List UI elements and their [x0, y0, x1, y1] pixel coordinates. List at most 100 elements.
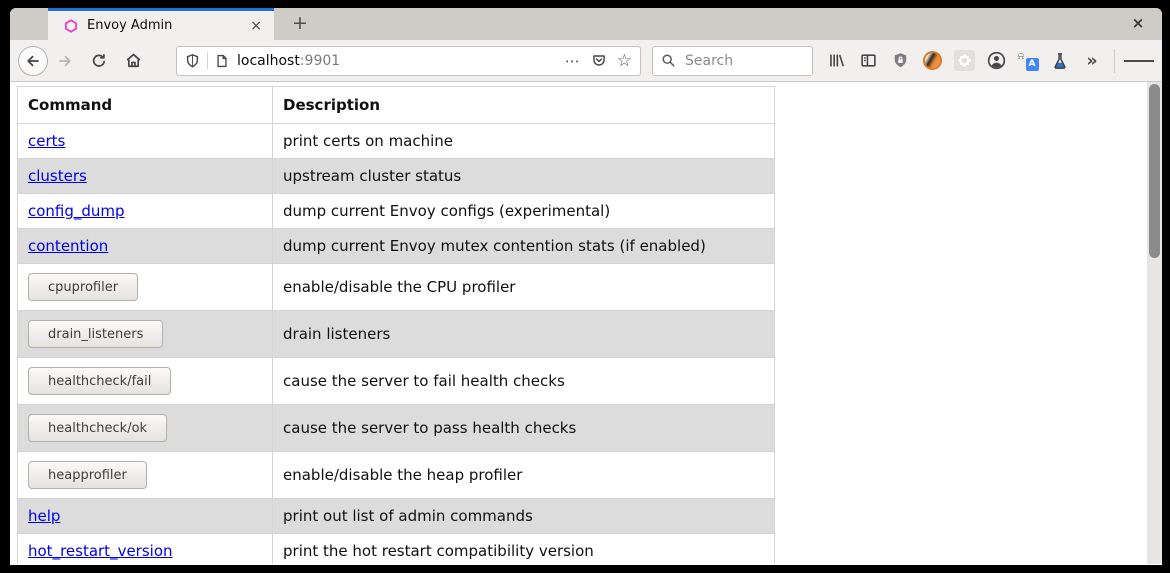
- command-table: Command Description certs print certs on …: [17, 86, 775, 564]
- urlbar-divider: [207, 52, 208, 69]
- description-cell: print out list of admin commands: [273, 499, 775, 534]
- command-cell: contention: [18, 229, 273, 264]
- flower-extension-button[interactable]: [949, 46, 979, 76]
- extension-flower-icon: [954, 50, 975, 71]
- command-link[interactable]: help: [28, 507, 60, 525]
- search-bar[interactable]: [652, 46, 813, 76]
- table-row: drain_listeners drain listeners: [18, 311, 775, 358]
- vertical-scrollbar[interactable]: [1147, 82, 1162, 564]
- tab-close-icon[interactable]: ×: [246, 18, 266, 34]
- page-actions-button[interactable]: ⋯: [565, 52, 581, 70]
- library-icon: [828, 52, 845, 69]
- forward-icon: [57, 53, 73, 69]
- table-row: certs print certs on machine: [18, 124, 775, 159]
- pocket-icon[interactable]: [591, 53, 607, 68]
- command-link[interactable]: config_dump: [28, 202, 125, 220]
- overflow-chevron-icon: »: [1087, 51, 1098, 71]
- navigation-toolbar: localhost:9901 ⋯ ☆: [10, 40, 1162, 82]
- url-host: localhost: [237, 53, 300, 69]
- command-button[interactable]: cpuprofiler: [28, 273, 138, 301]
- url-port: :9901: [300, 53, 340, 69]
- overflow-button[interactable]: »: [1077, 46, 1107, 76]
- tracking-shield-icon[interactable]: [185, 53, 200, 69]
- tab-bar: Envoy Admin × + ×: [10, 8, 1162, 40]
- description-cell: print the hot restart compatibility vers…: [273, 534, 775, 565]
- translate-letter: A: [1026, 58, 1039, 71]
- account-icon: [987, 51, 1006, 70]
- table-row: contentiondump current Envoy mutex conte…: [18, 229, 775, 264]
- url-bar[interactable]: localhost:9901 ⋯ ☆: [176, 46, 641, 76]
- menu-icon: [1124, 60, 1134, 62]
- toolbar-icon-strip: ⍾ A »: [819, 46, 1154, 76]
- envoy-favicon-icon: [64, 19, 78, 33]
- description-cell: upstream cluster status: [273, 159, 775, 194]
- command-cell: config_dump: [18, 194, 273, 229]
- command-link[interactable]: certs: [28, 132, 65, 150]
- description-cell: cause the server to pass health checks: [273, 405, 775, 452]
- shield-extension-button[interactable]: [885, 46, 915, 76]
- sidebar-icon: [860, 52, 877, 69]
- command-link[interactable]: clusters: [28, 167, 87, 185]
- table-row: healthcheck/failcause the server to fail…: [18, 358, 775, 405]
- browser-window: Envoy Admin × + ×: [10, 8, 1162, 565]
- column-header-description: Description: [273, 87, 775, 124]
- command-button[interactable]: healthcheck/ok: [28, 414, 167, 442]
- translate-icon: ⍾ A: [1018, 51, 1039, 71]
- command-button[interactable]: healthcheck/fail: [28, 367, 171, 395]
- library-button[interactable]: [821, 46, 851, 76]
- command-cell: healthcheck/ok: [18, 405, 273, 452]
- back-icon: [25, 53, 41, 69]
- account-button[interactable]: [981, 46, 1011, 76]
- home-icon: [125, 52, 142, 69]
- bookmark-star-button[interactable]: ☆: [617, 51, 632, 71]
- url-text[interactable]: localhost:9901: [237, 53, 565, 69]
- command-cell: healthcheck/fail: [18, 358, 273, 405]
- shield-lock-icon: [892, 52, 909, 69]
- command-cell: certs: [18, 124, 273, 159]
- description-cell: enable/disable the heap profiler: [273, 452, 775, 499]
- description-cell: print certs on machine: [273, 124, 775, 159]
- fox-extension-button[interactable]: [917, 46, 947, 76]
- translate-figure: ⍾: [1018, 51, 1025, 62]
- page-icon[interactable]: [215, 53, 229, 69]
- reload-button[interactable]: [84, 46, 114, 76]
- column-header-command: Command: [18, 87, 273, 124]
- home-button[interactable]: [118, 46, 148, 76]
- flask-icon: [1051, 52, 1069, 70]
- command-cell: cpuprofiler: [18, 264, 273, 311]
- sidebar-button[interactable]: [853, 46, 883, 76]
- command-link[interactable]: contention: [28, 237, 108, 255]
- table-row: hot_restart_version print the hot restart…: [18, 534, 775, 565]
- window-close-button[interactable]: ×: [1126, 12, 1150, 36]
- description-cell: drain listeners: [273, 311, 775, 358]
- tab-envoy-admin[interactable]: Envoy Admin ×: [48, 8, 274, 40]
- flask-extension-button[interactable]: [1045, 46, 1075, 76]
- toolbar-separator: [1114, 49, 1115, 73]
- new-tab-button[interactable]: +: [286, 10, 314, 38]
- command-cell: clusters: [18, 159, 273, 194]
- back-button[interactable]: [18, 46, 48, 76]
- translate-extension-button[interactable]: ⍾ A: [1013, 46, 1043, 76]
- command-cell: hot_restart_version: [18, 534, 273, 565]
- table-row: healthcheck/ok cause the server to pass h…: [18, 405, 775, 452]
- table-header-row: Command Description: [18, 87, 775, 124]
- search-icon: [661, 53, 676, 68]
- table-row: config_dump dump current Envoy configs (e…: [18, 194, 775, 229]
- forward-button[interactable]: [50, 46, 80, 76]
- reload-icon: [91, 53, 107, 69]
- command-table-body: certs print certs on machine clusters upstr…: [18, 124, 775, 565]
- description-cell: enable/disable the CPU profiler: [273, 264, 775, 311]
- search-input[interactable]: [683, 52, 797, 70]
- command-button[interactable]: heapprofiler: [28, 461, 147, 489]
- command-cell: heapprofiler: [18, 452, 273, 499]
- command-button[interactable]: drain_listeners: [28, 320, 163, 348]
- scrollbar-thumb[interactable]: [1149, 84, 1160, 258]
- page-content: Command Description certs print certs on …: [10, 82, 1162, 564]
- tab-title: Envoy Admin: [87, 18, 246, 33]
- command-cell: drain_listeners: [18, 311, 273, 358]
- extension-fox-icon: [920, 49, 943, 72]
- menu-button[interactable]: [1124, 46, 1154, 76]
- command-link[interactable]: hot_restart_version: [28, 542, 173, 560]
- description-cell: dump current Envoy configs (experimental…: [273, 194, 775, 229]
- command-cell: help: [18, 499, 273, 534]
